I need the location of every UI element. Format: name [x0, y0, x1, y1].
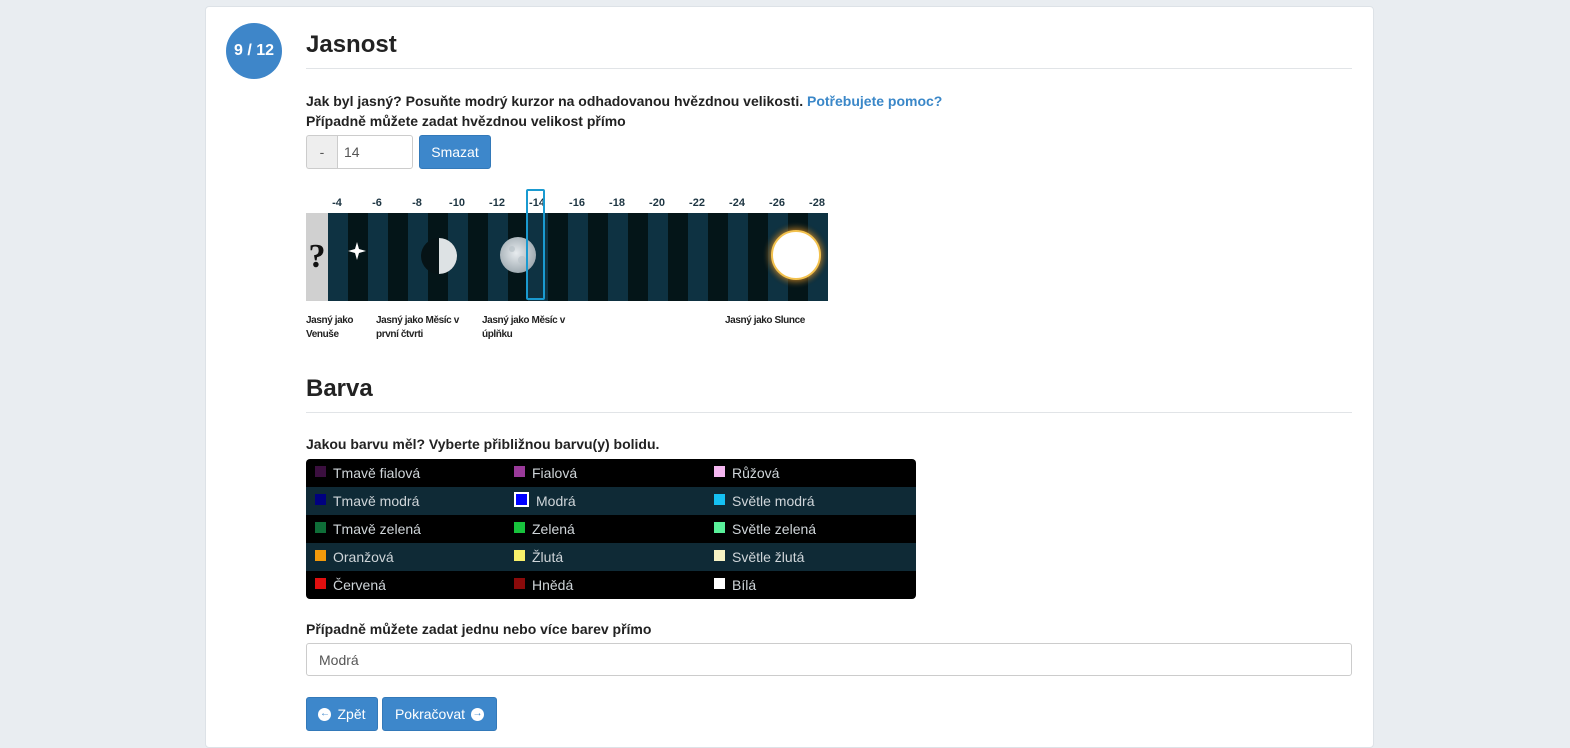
color-swatch [315, 493, 326, 505]
color-option[interactable]: Modrá [505, 487, 705, 515]
color-label: Hnědá [532, 577, 574, 593]
color-swatch [315, 577, 326, 589]
tick-label: -28 [809, 197, 825, 209]
tick-label: -22 [689, 197, 705, 209]
continue-button[interactable]: Pokračovat → [382, 697, 497, 731]
color-option[interactable]: Oranžová [306, 543, 505, 571]
color-option[interactable]: Zelená [505, 515, 705, 543]
tick-label: -24 [729, 197, 745, 209]
tick-label: -10 [449, 197, 465, 209]
caption-sun: Jasný jako Slunce [725, 315, 805, 326]
color-swatch [714, 521, 725, 533]
tick-label: -26 [769, 197, 785, 209]
color-label: Světle žlutá [732, 549, 805, 565]
color-option[interactable]: Tmavě fialová [306, 459, 505, 487]
color-question: Jakou barvu měl? Vyberte přibližnou barv… [306, 436, 660, 452]
back-button[interactable]: ← Zpět [306, 697, 378, 731]
color-label: Světle zelená [732, 521, 817, 537]
caption-venus: Jasný jako Venuše [306, 315, 354, 340]
color-swatch [714, 465, 725, 477]
color-label: Zelená [532, 521, 575, 537]
color-swatch [714, 493, 725, 505]
divider [306, 412, 1352, 413]
section-title-brightness: Jasnost [306, 31, 397, 58]
color-option[interactable]: Tmavě zelená [306, 515, 505, 543]
color-row: Oranžová Žlutá Světle žlutá [306, 543, 916, 571]
color-swatch [514, 577, 525, 589]
color-swatch [315, 521, 326, 533]
color-swatch [315, 465, 326, 477]
color-option[interactable]: Červená [306, 571, 505, 599]
magnitude-strip[interactable]: ? [306, 213, 828, 301]
color-label: Žlutá [532, 549, 564, 565]
color-row: Tmavě fialová Fialová Růžová [306, 459, 916, 487]
color-option[interactable]: Světle žlutá [705, 543, 905, 571]
brightness-question: Jak byl jasný? Posuňte modrý kurzor na o… [306, 93, 942, 109]
color-swatch [514, 521, 525, 533]
back-button-label: Zpět [337, 706, 366, 722]
arrow-right-circle-icon: → [471, 707, 485, 721]
tick-label: -20 [649, 197, 665, 209]
section-title-color: Barva [306, 375, 373, 402]
color-label: Fialová [532, 465, 578, 481]
step-badge: 9 / 12 [226, 23, 282, 79]
divider [306, 68, 1352, 69]
color-label: Červená [333, 577, 386, 593]
color-picker: Tmavě fialová Fialová Růžová Tmavě modrá Mod… [306, 459, 916, 599]
color-label: Bílá [732, 577, 757, 593]
tick-label: -12 [489, 197, 505, 209]
caption-first-quarter: Jasný jako Měsíc v první čtvrti [376, 315, 459, 340]
magnitude-prefix: - [306, 135, 337, 169]
brightness-direct-prompt: Případně můžete zadat hvězdnou velikost … [306, 113, 626, 129]
color-row: Červená Hnědá Bílá [306, 571, 916, 599]
magnitude-scale[interactable]: -4 -6 -8 -10 -12 -14 -16 -18 -20 -22 -24 -26 -28 ? [306, 189, 828, 340]
color-textarea[interactable]: Modrá [306, 643, 1352, 676]
help-link[interactable]: Potřebujete pomoc? [807, 93, 942, 109]
color-row: Tmavě modrá Modrá Světle modrá [306, 487, 916, 515]
color-option[interactable]: Růžová [705, 459, 905, 487]
color-label: Tmavě modrá [333, 493, 420, 509]
tick-label: -4 [332, 197, 342, 209]
color-label: Oranžová [333, 549, 394, 565]
tick-label: -8 [412, 197, 422, 209]
color-swatch [514, 549, 525, 561]
color-swatch [514, 465, 525, 477]
color-label: Světle modrá [732, 493, 815, 509]
color-option[interactable]: Bílá [705, 571, 905, 599]
color-row: Tmavě zelená Zelená Světle zelená [306, 515, 916, 543]
magnitude-input[interactable] [337, 135, 413, 169]
color-swatch [714, 549, 725, 561]
color-direct-prompt: Případně můžete zadat jednu nebo více ba… [306, 621, 652, 637]
tick-label: -16 [569, 197, 585, 209]
color-label: Tmavě zelená [333, 521, 421, 537]
survey-panel: 9 / 12 Jasnost Jak byl jasný? Posuňte mo… [205, 6, 1374, 748]
color-label: Tmavě fialová [333, 465, 421, 481]
continue-button-label: Pokračovat [394, 706, 466, 722]
quarter-moon-icon [421, 238, 457, 274]
caption-full-moon: Jasný jako Měsíc v úplňku [482, 315, 565, 340]
sun-icon [762, 221, 828, 289]
venus-star-icon [348, 242, 366, 260]
color-option[interactable]: Světle zelená [705, 515, 905, 543]
color-option[interactable]: Hnědá [505, 571, 705, 599]
arrow-left-circle-icon: ← [318, 707, 332, 721]
color-swatch [714, 577, 725, 589]
brightness-question-text: Jak byl jasný? Posuňte modrý kurzor na o… [306, 93, 804, 109]
tick-label: -6 [372, 197, 382, 209]
color-option[interactable]: Fialová [505, 459, 705, 487]
clear-button[interactable]: Smazat [419, 135, 491, 169]
color-label: Růžová [732, 465, 780, 481]
color-swatch [514, 491, 529, 507]
color-swatch [315, 549, 326, 561]
magnitude-cursor[interactable] [526, 189, 545, 300]
color-option[interactable]: Světle modrá [705, 487, 905, 515]
scale-illustration [348, 221, 828, 289]
color-label: Modrá [536, 493, 576, 509]
tick-label: -18 [609, 197, 625, 209]
color-option[interactable]: Tmavě modrá [306, 487, 505, 515]
color-option[interactable]: Žlutá [505, 543, 705, 571]
magnitude-input-group: - Smazat [306, 135, 491, 169]
